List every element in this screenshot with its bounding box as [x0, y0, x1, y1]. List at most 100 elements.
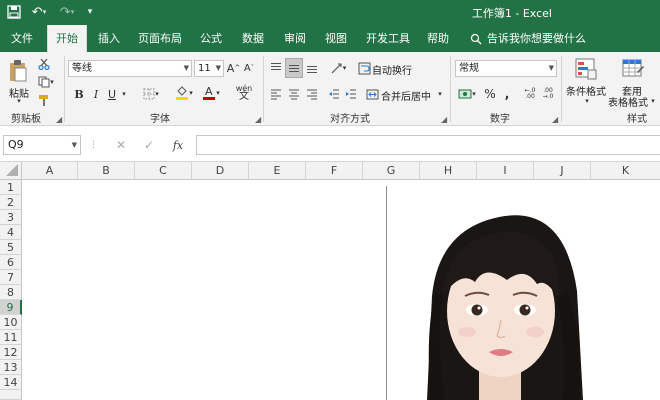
increase-indent-icon[interactable] [343, 86, 359, 102]
row-header[interactable]: 12 [0, 345, 22, 360]
row-header[interactable]: 2 [0, 195, 22, 210]
decrease-font-icon[interactable]: Aˇ [243, 60, 255, 76]
fill-color-icon[interactable]: ▾ [172, 84, 196, 102]
alignment-launcher-icon[interactable]: ◢ [441, 115, 447, 124]
tell-me-search[interactable]: 告诉我你想要做什么 [470, 25, 586, 52]
conditional-formatting-icon[interactable] [573, 56, 599, 82]
tab-data[interactable]: 数据 [234, 25, 272, 52]
align-center-icon[interactable] [286, 86, 302, 102]
column-header[interactable]: E [249, 162, 306, 180]
row-header[interactable]: 7 [0, 270, 22, 285]
formula-input[interactable] [196, 135, 660, 155]
insert-function-button[interactable]: fx [168, 136, 188, 154]
format-as-table-label-2[interactable]: 表格格式 [608, 94, 648, 109]
bold-button[interactable]: B [72, 86, 86, 102]
row-header[interactable]: 3 [0, 210, 22, 225]
clipboard-launcher-icon[interactable]: ◢ [56, 115, 62, 124]
column-header[interactable]: D [192, 162, 249, 180]
decrease-indent-icon[interactable] [326, 86, 342, 102]
align-middle-icon[interactable] [285, 58, 303, 78]
column-header[interactable]: C [135, 162, 192, 180]
wrap-text-icon[interactable] [356, 60, 372, 76]
align-top-icon[interactable] [268, 60, 284, 76]
row-header[interactable]: 5 [0, 240, 22, 255]
cut-icon[interactable] [36, 56, 52, 72]
separator [561, 56, 562, 122]
chevron-down-icon[interactable]: ▼ [184, 61, 189, 76]
borders-icon[interactable]: ▾ [140, 86, 162, 102]
tab-developer[interactable]: 开发工具 [362, 25, 414, 52]
row-header[interactable]: 11 [0, 330, 22, 345]
merge-dropdown-icon[interactable]: ▾ [435, 87, 445, 101]
underline-dropdown-icon[interactable]: ▾ [119, 86, 129, 102]
column-header[interactable]: F [306, 162, 363, 180]
column-header[interactable]: J [534, 162, 591, 180]
row-header-selected[interactable]: 9 [0, 300, 22, 315]
font-group-label: 字体 [150, 114, 170, 125]
tab-page-layout[interactable]: 页面布局 [133, 25, 187, 52]
percent-button[interactable]: % [482, 85, 498, 103]
tab-view[interactable]: 视图 [317, 25, 355, 52]
row-header[interactable]: 6 [0, 255, 22, 270]
column-header[interactable]: A [22, 162, 78, 180]
column-header[interactable]: B [78, 162, 135, 180]
svg-text:A: A [205, 85, 213, 98]
accounting-format-icon[interactable]: ▾ [456, 85, 478, 103]
tab-file[interactable]: 文件 [0, 25, 44, 52]
chevron-down-icon[interactable]: ▼ [216, 61, 221, 76]
phonetic-guide-icon[interactable]: wén 文 [233, 84, 255, 102]
format-painter-icon[interactable] [36, 92, 52, 108]
tab-help[interactable]: 帮助 [420, 25, 456, 52]
align-left-icon[interactable] [268, 86, 284, 102]
font-launcher-icon[interactable]: ◢ [255, 115, 261, 124]
italic-button[interactable]: I [90, 86, 102, 102]
orientation-icon[interactable]: ▾ [326, 60, 350, 76]
tab-formulas[interactable]: 公式 [193, 25, 229, 52]
underline-button[interactable]: U [106, 86, 118, 102]
row-header[interactable] [0, 390, 22, 400]
tab-review[interactable]: 审阅 [276, 25, 314, 52]
name-box[interactable]: Q9 ▼ [3, 135, 81, 155]
copy-icon[interactable]: ▾ [36, 74, 56, 90]
font-size-combo[interactable]: 11 ▼ [194, 60, 224, 77]
increase-decimal-button[interactable]: ←.0 .00 [522, 86, 538, 102]
name-box-value: Q9 [8, 138, 24, 151]
format-as-table-icon[interactable] [620, 56, 646, 82]
row-header[interactable]: 8 [0, 285, 22, 300]
column-header[interactable]: K [591, 162, 660, 180]
decrease-decimal-button[interactable]: .00 →.0 [540, 86, 556, 102]
chevron-down-icon[interactable]: ▼ [72, 136, 77, 154]
row-header[interactable]: 1 [0, 180, 22, 195]
column-header[interactable]: I [477, 162, 534, 180]
chevron-down-icon[interactable]: ▼ [549, 61, 554, 76]
row-header[interactable]: 14 [0, 375, 22, 390]
comma-style-button[interactable]: , [501, 85, 513, 103]
paste-icon[interactable] [6, 58, 30, 84]
paste-dropdown-icon[interactable]: ▾ [14, 97, 24, 105]
column-header[interactable]: G [363, 162, 420, 180]
merge-center-label[interactable]: 合并后居中 [381, 88, 431, 103]
tab-insert[interactable]: 插入 [90, 25, 128, 52]
row-header[interactable]: 10 [0, 315, 22, 330]
number-format-combo[interactable]: 常规 ▼ [455, 60, 557, 77]
wrap-text-label[interactable]: 自动换行 [372, 62, 412, 77]
enter-entry-button[interactable]: ✓ [140, 136, 158, 154]
column-header[interactable]: H [420, 162, 477, 180]
portrait-photo[interactable] [386, 186, 660, 400]
select-all-button[interactable] [0, 162, 22, 180]
format-table-dropdown-icon[interactable]: ▾ [648, 96, 658, 106]
number-launcher-icon[interactable]: ◢ [552, 115, 558, 124]
align-right-icon[interactable] [304, 86, 320, 102]
row-header[interactable]: 13 [0, 360, 22, 375]
separator [64, 56, 65, 122]
tab-home[interactable]: 开始 [47, 25, 87, 52]
merge-center-icon[interactable] [364, 86, 380, 102]
formula-bar-grip-icon[interactable]: ⋮ [89, 140, 98, 150]
increase-font-icon[interactable]: A ^ [227, 60, 240, 76]
align-bottom-icon[interactable] [304, 60, 320, 76]
font-color-icon[interactable]: A ▾ [199, 84, 223, 102]
row-header[interactable]: 4 [0, 225, 22, 240]
cancel-entry-button[interactable]: ✕ [112, 136, 130, 154]
font-name-combo[interactable]: 等线 ▼ [68, 60, 192, 77]
conditional-dropdown-icon[interactable]: ▾ [582, 96, 592, 106]
